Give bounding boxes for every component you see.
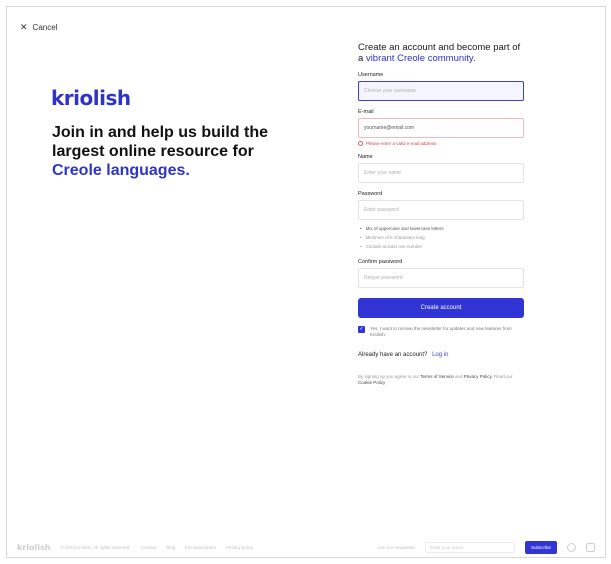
form-title: Create an account and become part of a v… [358, 42, 524, 64]
footer-link[interactable]: Contact [141, 545, 157, 550]
cookie-link[interactable]: Cookie Policy [358, 380, 385, 385]
footer-link[interactable]: Privacy policy [226, 545, 254, 550]
login-link[interactable]: Log in [432, 352, 448, 358]
close-icon: ✕ [20, 22, 28, 32]
footer-link[interactable]: For Developers [185, 545, 216, 550]
form-title-accent: vibrant Creole community. [365, 53, 476, 64]
privacy-link[interactable]: Privacy Policy [464, 374, 492, 379]
confirm-password-label: Confirm password [358, 259, 403, 265]
name-placeholder: Enter your name [364, 170, 401, 176]
email-input[interactable]: yourname@email.com [358, 118, 524, 138]
email-error-text: Please enter a valid e-mail address [366, 141, 437, 146]
subscribe-button[interactable]: Subscribe [524, 540, 557, 554]
footer-logo[interactable]: kriolish [17, 543, 50, 552]
password-label: Password [358, 191, 383, 197]
cancel-label: Cancel [32, 23, 58, 32]
hero-headline: Join in and help us build the largest on… [52, 123, 302, 180]
hero-headline-accent: Creole languages. [52, 162, 190, 179]
newsletter-checkbox[interactable]: ✓ [358, 326, 365, 333]
footer-link[interactable]: Blog [166, 545, 175, 550]
password-rule: • Contain at least one number [360, 244, 423, 249]
error-icon [358, 141, 363, 146]
have-account: Already have an account? Log in [358, 352, 524, 358]
kriolish-logo[interactable]: kriolish [51, 86, 131, 110]
footer: kriolish © 2023 Kriolish. All rights res… [7, 537, 605, 557]
social-icon[interactable] [586, 542, 595, 552]
password-placeholder: Enter password [364, 207, 399, 213]
name-label: Name [358, 154, 373, 160]
cancel-button[interactable]: ✕ Cancel [20, 22, 58, 33]
username-input[interactable]: Choose your username [358, 81, 524, 101]
legal-text: By signing up you agree to our Terms of … [358, 374, 513, 385]
password-rule: • Minimum of 8 characters long [360, 235, 425, 240]
footer-email-input[interactable]: Enter your email [424, 541, 515, 553]
name-input[interactable]: Enter your name [358, 163, 524, 183]
newsletter-label: Join our newsletter [377, 544, 415, 550]
newsletter-consent: ✓ Yes, I want to receive the newsletter … [358, 326, 524, 338]
password-rules: • Mix of uppercase and lowercase letters … [358, 224, 524, 251]
confirm-password-placeholder: Retype password [364, 275, 403, 281]
consent-text: Yes, I want to receive the newsletter fo… [370, 326, 512, 337]
confirm-password-input[interactable]: Retype password [358, 268, 524, 288]
password-input[interactable]: Enter password [358, 200, 524, 220]
social-icon[interactable] [567, 542, 576, 552]
username-placeholder: Choose your username [364, 88, 416, 94]
email-value: yourname@email.com [364, 125, 415, 131]
email-label: E-mail [358, 109, 374, 115]
hero-headline-text: Join in and help us build the largest on… [52, 124, 268, 160]
create-account-button[interactable]: Create account [358, 298, 524, 318]
password-rule: • Mix of uppercase and lowercase letters [360, 226, 444, 231]
signup-form: Create an account and become part of a v… [358, 42, 524, 386]
terms-link[interactable]: Terms of Service [420, 374, 454, 379]
email-error: Please enter a valid e-mail address [358, 141, 524, 146]
have-account-text: Already have an account? [358, 352, 428, 358]
footer-copyright: © 2023 Kriolish. All rights reserved. [60, 544, 131, 550]
username-label: Username [358, 72, 384, 78]
